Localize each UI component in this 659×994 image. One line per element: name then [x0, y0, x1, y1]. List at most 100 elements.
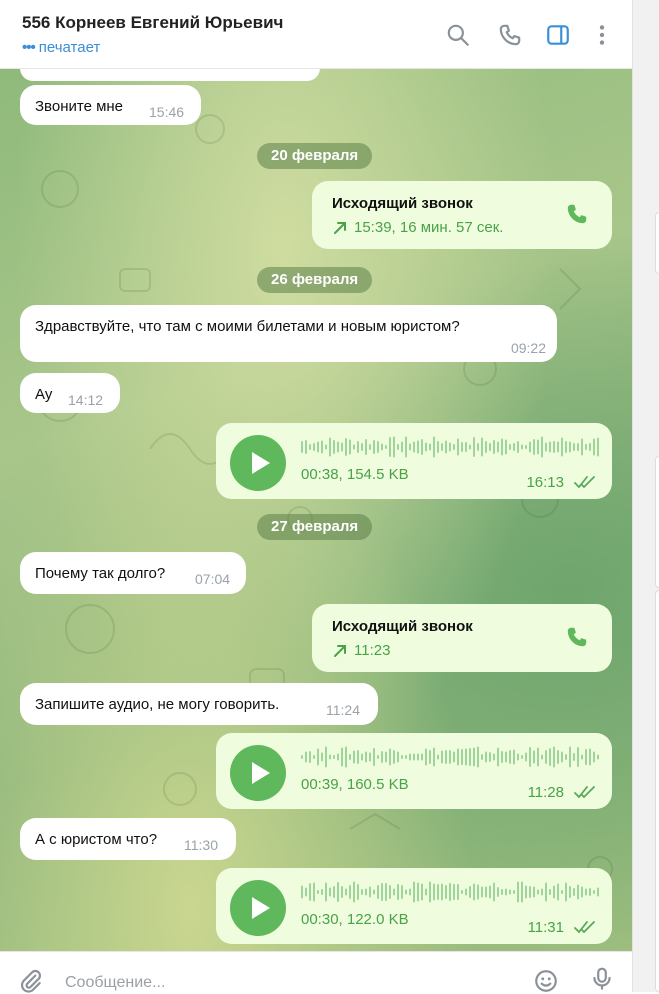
message-time: 11:28 — [527, 784, 564, 801]
waveform-bar — [549, 889, 551, 895]
waveform-bar — [565, 754, 567, 760]
waveform-bar — [593, 890, 595, 894]
search-icon[interactable] — [445, 22, 471, 48]
waveform-bar — [461, 890, 463, 894]
waveform-bar — [365, 439, 367, 455]
call-meta: 11:23 — [332, 642, 390, 659]
waveform-bar — [497, 887, 499, 897]
waveform-bar — [321, 752, 323, 762]
call-phone-icon[interactable] — [564, 201, 590, 227]
waveform-bar — [441, 443, 443, 451]
outgoing-call[interactable]: Исходящий звонок 11:23 — [312, 604, 612, 672]
emoji-icon[interactable] — [533, 968, 559, 994]
incoming-message[interactable]: Здравствуйте, что там с моими билетами и… — [20, 305, 557, 362]
waveform-bar — [361, 443, 363, 451]
play-button[interactable] — [230, 435, 286, 491]
waveform-bar — [473, 747, 475, 767]
waveform-bar — [585, 749, 587, 765]
voice-message[interactable]: 00:30, 122.0 KB 11:31 — [216, 868, 612, 944]
waveform-bar — [369, 444, 371, 450]
waveform[interactable] — [301, 435, 601, 459]
waveform-bar — [577, 443, 579, 451]
waveform-bar — [449, 883, 451, 901]
incoming-message[interactable]: А с юристом что? 11:30 — [20, 818, 236, 860]
waveform-bar — [509, 444, 511, 450]
waveform-bar — [573, 443, 575, 451]
voice-message[interactable]: 00:38, 154.5 KB 16:13 — [216, 423, 612, 499]
message-text: Звоните мне — [35, 98, 124, 115]
waveform-bar — [313, 882, 315, 902]
waveform-bar — [305, 887, 307, 897]
call-title: Исходящий звонок — [332, 618, 473, 635]
waveform-bar — [493, 882, 495, 902]
waveform[interactable] — [301, 745, 601, 769]
waveform-bar — [333, 755, 335, 759]
right-panel-edge — [632, 0, 659, 992]
waveform-bar — [441, 750, 443, 764]
voice-details: 00:38, 154.5 KB — [301, 466, 409, 483]
double-check-icon — [574, 921, 595, 934]
waveform-bar — [537, 747, 539, 767]
waveform-bar — [461, 442, 463, 452]
waveform-bar — [397, 444, 399, 450]
play-button[interactable] — [230, 745, 286, 801]
incoming-message[interactable]: Почему так долго? 07:04 — [20, 552, 246, 594]
waveform-bar — [465, 748, 467, 766]
incoming-message[interactable]: Ау 14:12 — [20, 373, 120, 413]
panel-card — [655, 590, 659, 992]
waveform-bar — [437, 884, 439, 900]
waveform-bar — [381, 443, 383, 451]
waveform-bar — [489, 885, 491, 899]
waveform-bar — [577, 747, 579, 767]
waveform-bar — [553, 746, 555, 768]
date-separator: 20 февраля — [257, 143, 373, 169]
message-time: 11:31 — [527, 919, 564, 936]
waveform-bar — [509, 889, 511, 895]
outgoing-arrow-icon — [334, 644, 346, 657]
waveform-bar — [377, 441, 379, 453]
waveform-bar — [593, 438, 595, 456]
waveform-bar — [369, 752, 371, 762]
message-text: Запишите аудио, не могу говорить. — [35, 696, 280, 713]
waveform-bar — [301, 441, 303, 453]
chat-title[interactable]: 556 Корнеев Евгений Юрьевич — [22, 13, 283, 33]
message-bubble-cutoff[interactable] — [20, 69, 320, 81]
message-input[interactable]: Сообщение... — [65, 974, 165, 992]
waveform[interactable] — [301, 880, 601, 904]
message-text: А с юристом что? — [35, 831, 158, 848]
waveform-bar — [581, 886, 583, 898]
call-phone-icon[interactable] — [564, 624, 590, 650]
message-text: Здравствуйте, что там с моими билетами и… — [35, 318, 460, 335]
message-list[interactable]: Звоните мне 15:46 20 февраля Исходящий з… — [0, 69, 632, 951]
waveform-bar — [505, 439, 507, 455]
microphone-icon[interactable] — [589, 966, 615, 992]
waveform-bar — [589, 888, 591, 896]
attach-icon[interactable] — [18, 968, 44, 994]
waveform-bar — [457, 438, 459, 456]
waveform-bar — [549, 441, 551, 453]
waveform-bar — [397, 884, 399, 900]
waveform-bar — [413, 441, 415, 453]
voice-message[interactable]: 00:39, 160.5 KB 11:28 — [216, 733, 612, 809]
more-icon[interactable] — [589, 22, 615, 48]
incoming-message[interactable]: Запишите аудио, не могу говорить. 11:24 — [20, 683, 378, 725]
waveform-bar — [373, 889, 375, 895]
waveform-bar — [525, 752, 527, 762]
outgoing-call[interactable]: Исходящий звонок 15:39, 16 мин. 57 сек. — [312, 181, 612, 249]
sidebar-toggle-icon[interactable] — [545, 22, 571, 48]
waveform-bar — [373, 440, 375, 454]
waveform-bar — [333, 440, 335, 454]
play-button[interactable] — [230, 880, 286, 936]
waveform-bar — [525, 885, 527, 899]
waveform-bar — [441, 883, 443, 901]
message-time: 07:04 — [195, 571, 231, 587]
incoming-message[interactable]: Звоните мне 15:46 — [20, 85, 201, 125]
waveform-bar — [345, 746, 347, 768]
waveform-bar — [481, 437, 483, 457]
waveform-bar — [569, 886, 571, 898]
waveform-bar — [417, 753, 419, 761]
waveform-bar — [301, 755, 303, 759]
waveform-bar — [581, 438, 583, 456]
waveform-bar — [357, 441, 359, 453]
phone-icon[interactable] — [497, 22, 523, 48]
